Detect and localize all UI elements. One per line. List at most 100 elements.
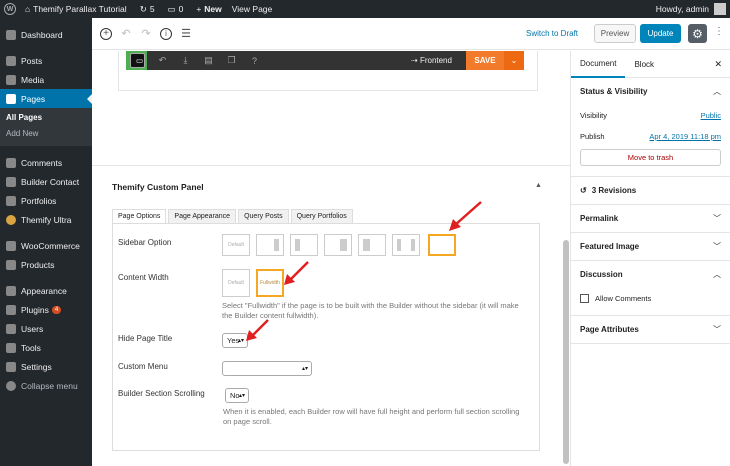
move-to-trash-button[interactable]: Move to trash — [580, 149, 721, 166]
sidebar-both-option[interactable] — [392, 234, 420, 256]
menu-appearance[interactable]: Appearance — [0, 281, 92, 300]
sidebar-two-right-option[interactable] — [324, 234, 352, 256]
content-width-default-option[interactable]: Default — [222, 269, 250, 297]
chevron-down-icon[interactable]: ⌄ — [504, 51, 524, 70]
settings-icon — [6, 361, 16, 372]
undo-icon[interactable]: ↶ — [120, 28, 132, 40]
sidebar-none-option[interactable] — [428, 234, 456, 256]
home-icon: ⌂ — [25, 4, 31, 14]
outline-icon[interactable]: ☰ — [180, 28, 192, 40]
permalink-section[interactable]: Permalink ﹀ — [571, 205, 730, 233]
comments-link[interactable]: ▭ 0 — [165, 4, 184, 15]
menu-plugins[interactable]: Plugins 4 — [0, 300, 92, 319]
chevron-up-icon: ︿ — [713, 270, 721, 279]
custom-menu-select[interactable]: ▴▾ — [222, 361, 312, 376]
woo-icon — [6, 240, 16, 251]
allow-comments-row[interactable]: Allow Comments — [580, 288, 721, 309]
menu-dashboard[interactable]: Dashboard — [0, 25, 92, 44]
tab-page-appearance[interactable]: Page Appearance — [168, 209, 237, 224]
menu-pages[interactable]: Pages — [0, 89, 92, 108]
preview-button[interactable]: Preview — [594, 24, 636, 43]
menu-themify-ultra[interactable]: Themify Ultra — [0, 210, 92, 229]
visibility-link[interactable]: Public — [701, 111, 721, 120]
tab-page-options[interactable]: Page Options — [112, 209, 167, 224]
collapse-icon — [6, 380, 16, 391]
allow-comments-checkbox[interactable] — [580, 294, 589, 303]
tab-block[interactable]: Block — [625, 51, 663, 78]
annotation-arrow-icon — [284, 261, 309, 285]
brush-icon — [6, 285, 16, 296]
sidebar-default-option[interactable]: Default — [222, 234, 250, 256]
new-link[interactable]: + New — [193, 4, 221, 14]
menu-posts[interactable]: Posts — [0, 51, 92, 70]
settings-tabs: Document Block ✕ — [571, 51, 730, 78]
info-icon[interactable]: i — [160, 27, 172, 40]
submenu-all-pages[interactable]: All Pages — [0, 111, 92, 127]
duplicate-icon[interactable]: ❐ — [224, 55, 239, 67]
publish-date-link[interactable]: Apr 4, 2019 11:18 pm — [649, 132, 721, 141]
updates-link[interactable]: ↻ 5 — [137, 4, 155, 15]
layout-icon[interactable]: ▤ — [201, 55, 216, 67]
more-options-icon[interactable]: ⋮ — [714, 26, 724, 37]
redo-icon[interactable]: ↷ — [140, 28, 152, 40]
menu-builder-contact[interactable]: Builder Contact — [0, 172, 92, 191]
builder-toolbar: + ▭ ↶ ⤓ ▤ ❐ ? ⇢ Frontend SAVE ⌄ — [126, 51, 524, 70]
import-icon[interactable]: ⤓ — [178, 55, 193, 67]
menu-users[interactable]: Users — [0, 319, 92, 338]
content-width-fullwidth-option[interactable]: Fullwidth — [256, 269, 284, 297]
account-menu[interactable]: Howdy, admin — [656, 0, 726, 18]
menu-portfolios[interactable]: Portfolios — [0, 191, 92, 210]
wrench-icon — [6, 342, 16, 353]
sidebar-right-option[interactable] — [256, 234, 284, 256]
status-visibility-toggle[interactable]: Status & Visibility ︿ — [580, 78, 721, 105]
tab-document[interactable]: Document — [571, 51, 626, 78]
editor-scrollbar[interactable] — [563, 240, 569, 464]
scrolling-help-text: When it is enabled, each Builder row wil… — [223, 407, 520, 426]
settings-gear-icon[interactable]: ⚙ — [688, 24, 707, 43]
section-scrolling-select[interactable]: No ▴▾ — [225, 388, 249, 403]
close-icon[interactable]: ✕ — [714, 59, 722, 70]
menu-media[interactable]: Media — [0, 70, 92, 89]
builder-save-button[interactable]: SAVE — [466, 51, 504, 70]
updates-icon: ↻ — [139, 3, 147, 14]
user-icon — [6, 323, 16, 334]
pin-icon — [6, 55, 16, 66]
divider — [92, 165, 570, 166]
add-block-icon[interactable]: + — [100, 27, 112, 40]
folder-icon — [6, 195, 16, 206]
document-settings-panel: Document Block ✕ Status & Visibility ︿ Vi… — [570, 51, 730, 466]
avatar — [714, 3, 726, 15]
frontend-link[interactable]: ⇢ Frontend — [411, 56, 452, 65]
menu-woocommerce[interactable]: WooCommerce — [0, 236, 92, 255]
menu-settings[interactable]: Settings — [0, 357, 92, 376]
undo-icon[interactable]: ↶ — [155, 55, 170, 67]
desktop-icon[interactable]: ▭ — [130, 53, 145, 68]
collapse-caret-icon[interactable]: ▲ — [535, 182, 542, 189]
pages-submenu: All Pages Add New — [0, 108, 92, 146]
layout-shape — [295, 239, 300, 251]
box-icon — [6, 259, 16, 270]
featured-image-section[interactable]: Featured Image ﹀ — [571, 233, 730, 261]
layout-shape — [274, 239, 279, 251]
select-caret-icon: ▴▾ — [301, 366, 308, 372]
comments-icon — [6, 157, 16, 168]
revisions-section[interactable]: ↺ 3 Revisions — [571, 177, 730, 205]
menu-comments[interactable]: Comments — [0, 153, 92, 172]
menu-tools[interactable]: Tools — [0, 338, 92, 357]
switch-to-draft-link[interactable]: Switch to Draft — [526, 29, 578, 38]
menu-products[interactable]: Products — [0, 255, 92, 274]
tab-query-posts[interactable]: Query Posts — [238, 209, 289, 224]
comment-icon: ▭ — [167, 3, 176, 14]
sidebar-two-left-option[interactable] — [358, 234, 386, 256]
menu-collapse[interactable]: Collapse menu — [0, 376, 92, 395]
discussion-toggle[interactable]: Discussion ︿ — [580, 261, 721, 288]
site-name-link[interactable]: ⌂ Themify Parallax Tutorial — [22, 4, 127, 14]
tab-query-portfolios[interactable]: Query Portfolios — [290, 209, 353, 224]
help-icon[interactable]: ? — [247, 55, 262, 67]
submenu-add-new[interactable]: Add New — [0, 127, 92, 143]
view-page-link[interactable]: View Page — [232, 4, 272, 14]
update-button[interactable]: Update — [640, 24, 681, 43]
page-attributes-section[interactable]: Page Attributes ﹀ — [571, 316, 730, 344]
sidebar-left-option[interactable] — [290, 234, 318, 256]
wordpress-logo-icon[interactable]: W — [4, 3, 16, 15]
